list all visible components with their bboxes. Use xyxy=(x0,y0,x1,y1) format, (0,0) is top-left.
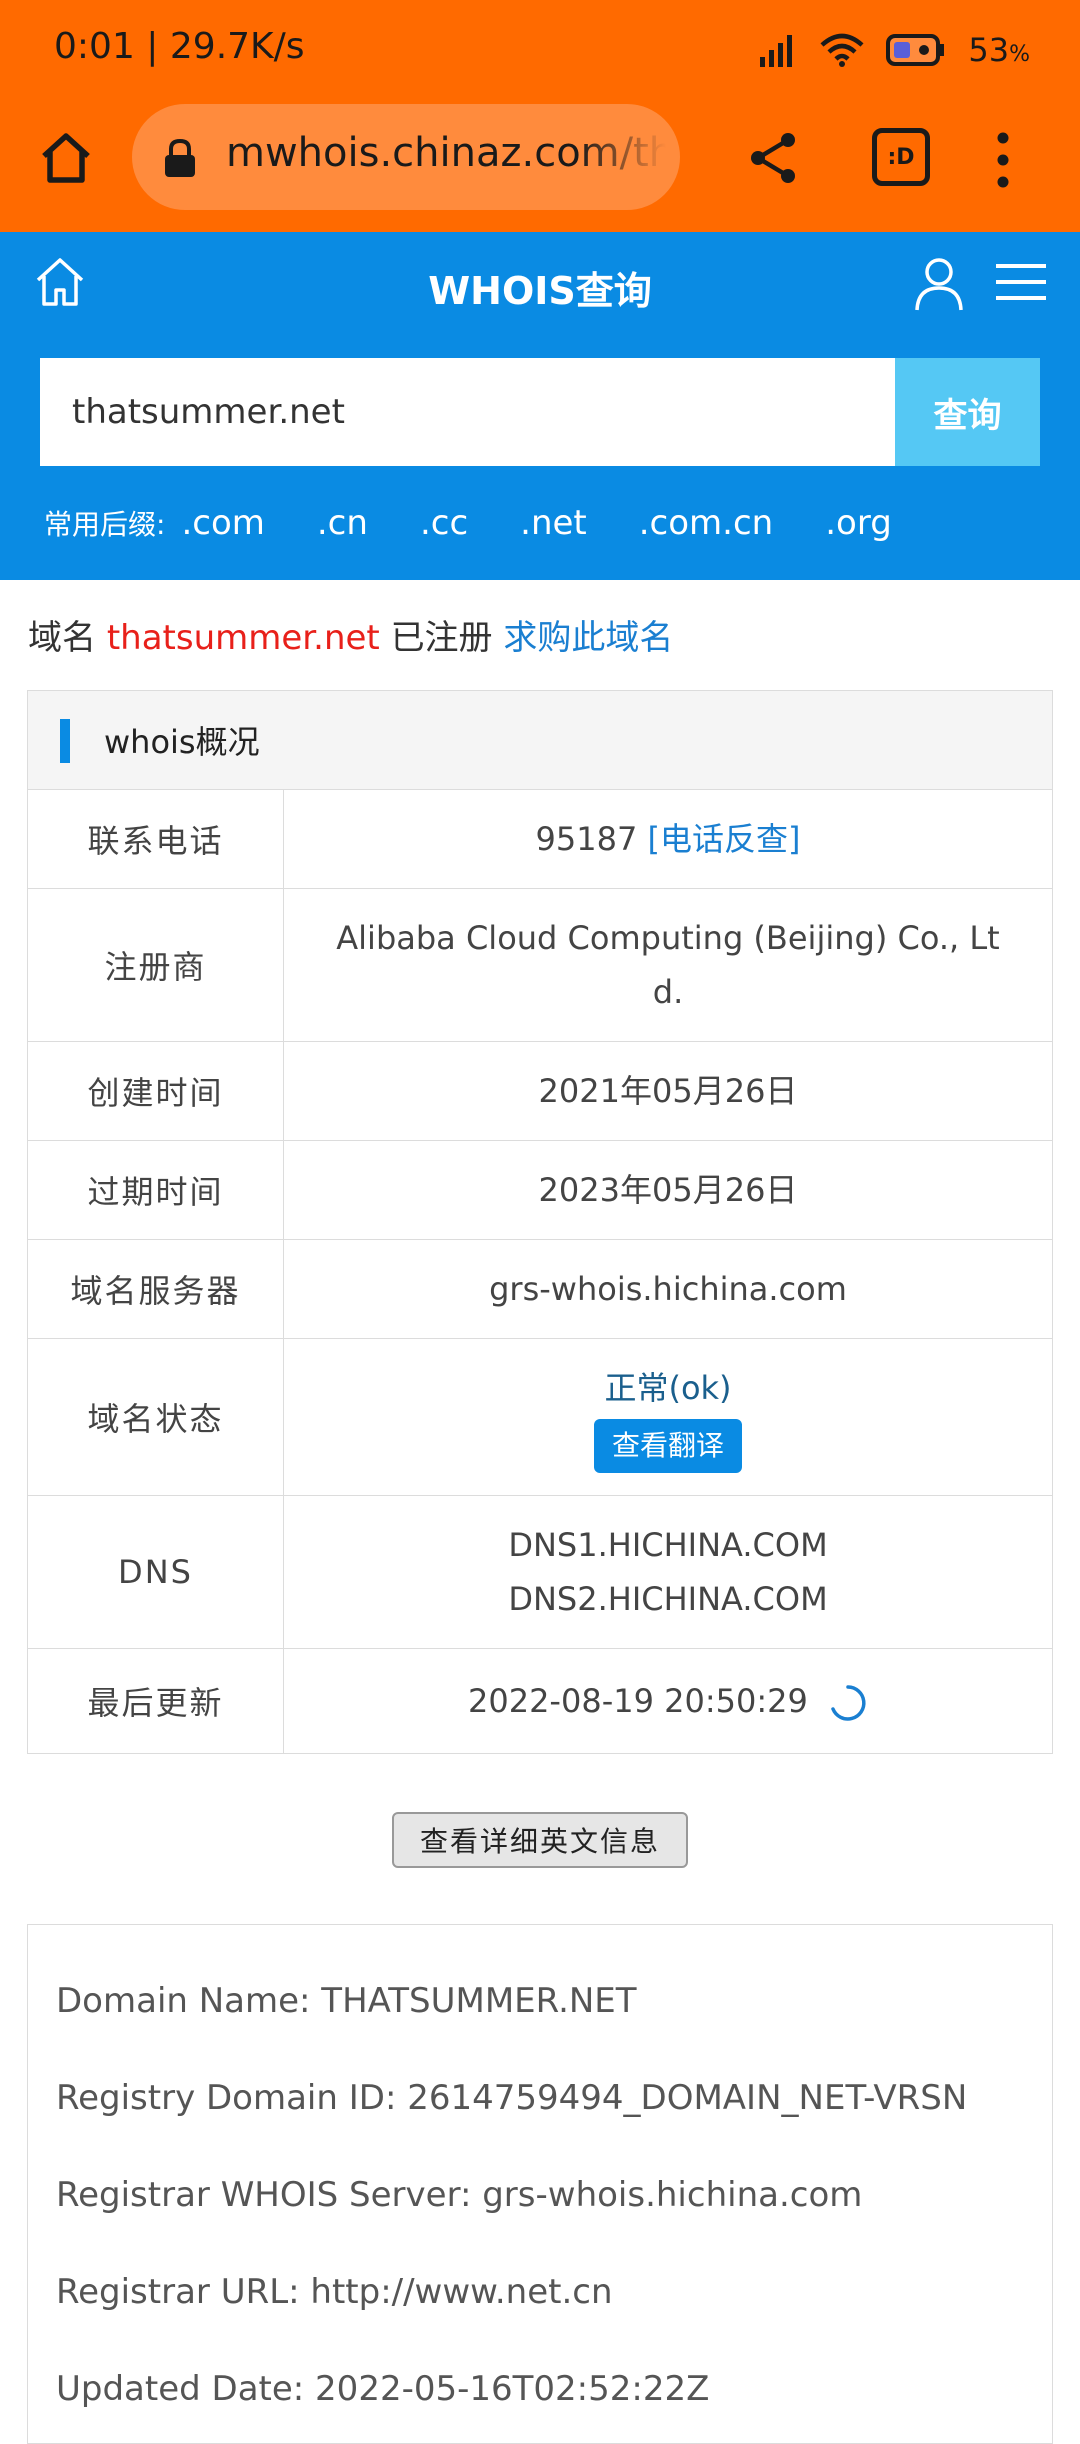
site-header: WHOIS查询 查询 常用后缀: .com .cn .cc .net .com.… xyxy=(0,232,1080,580)
status-speed: 29.7K/s xyxy=(169,26,305,67)
whois-summary-title: whois概况 xyxy=(104,723,260,761)
hamburger-icon[interactable] xyxy=(996,262,1046,302)
registrar-value-cont: d. xyxy=(652,973,684,1011)
domain-status-value: 正常(ok) xyxy=(604,1369,732,1407)
suffix-link[interactable]: .org xyxy=(825,503,892,543)
table-row: 域名状态 正常(ok) 查看翻译 xyxy=(28,1339,1052,1496)
suffix-link[interactable]: .com xyxy=(181,503,264,543)
url-text[interactable]: mwhois.chinaz.com/thatsummer.net xyxy=(226,130,666,176)
tabs-icon[interactable]: :D xyxy=(872,128,930,186)
row-value: 正常(ok) 查看翻译 xyxy=(284,1339,1052,1495)
reg-domain: thatsummer.net xyxy=(106,618,380,658)
lock-icon xyxy=(165,138,195,177)
battery-icon xyxy=(886,34,945,66)
row-value: 2022-08-19 20:50:29 xyxy=(284,1649,1052,1753)
raw-whois: Domain Name: THATSUMMER.NET Registry Dom… xyxy=(27,1924,1053,2444)
share-icon[interactable] xyxy=(746,128,802,188)
search-button[interactable]: 查询 xyxy=(895,358,1040,466)
dns-value: DNS2.HICHINA.COM xyxy=(508,1580,828,1618)
status-bar: 0:01 | 29.7K/s 53% xyxy=(0,0,1080,100)
row-label: 过期时间 xyxy=(28,1141,284,1239)
wifi-icon xyxy=(820,33,864,67)
dns-value: DNS1.HICHINA.COM xyxy=(508,1526,828,1564)
refresh-spinner-icon[interactable] xyxy=(828,1683,868,1723)
row-label: 域名服务器 xyxy=(28,1240,284,1338)
translate-button[interactable]: 查看翻译 xyxy=(593,1419,742,1473)
whois-summary: whois概况 联系电话 95187 [电话反查] 注册商 Alibaba Cl… xyxy=(27,690,1053,1754)
home-icon[interactable] xyxy=(36,128,96,188)
table-row: 联系电话 95187 [电话反查] xyxy=(28,790,1052,889)
raw-line: Registry Domain ID: 2614759494_DOMAIN_NE… xyxy=(56,2078,968,2118)
row-label: 域名状态 xyxy=(28,1339,284,1495)
whois-server-value: grs-whois.hichina.com xyxy=(489,1270,847,1308)
table-row: 域名服务器 grs-whois.hichina.com xyxy=(28,1240,1052,1339)
phone-value: 95187 xyxy=(535,820,638,858)
reg-status: 已注册 xyxy=(390,618,493,658)
row-label: 注册商 xyxy=(28,889,284,1041)
accent-bar xyxy=(60,719,70,763)
table-row: 注册商 Alibaba Cloud Computing (Beijing) Co… xyxy=(28,889,1052,1042)
raw-line: Domain Name: THATSUMMER.NET xyxy=(56,1981,637,2021)
battery-level: 53% xyxy=(968,31,1030,69)
suffix-row: 常用后缀: .com .cn .cc .net .com.cn .org xyxy=(44,498,1044,548)
buy-domain-link[interactable]: 求购此域名 xyxy=(503,618,673,658)
address-bar[interactable]: mwhois.chinaz.com/thatsummer.net xyxy=(132,104,680,210)
suffix-label: 常用后缀: xyxy=(44,508,166,541)
table-row: 最后更新 2022-08-19 20:50:29 xyxy=(28,1649,1052,1753)
suffix-link[interactable]: .com.cn xyxy=(639,503,773,543)
row-label: 联系电话 xyxy=(28,790,284,888)
row-label: DNS xyxy=(28,1496,284,1648)
row-value: Alibaba Cloud Computing (Beijing) Co., L… xyxy=(284,889,1052,1041)
row-label: 最后更新 xyxy=(28,1649,284,1753)
suffix-link[interactable]: .net xyxy=(520,503,587,543)
whois-summary-header: whois概况 xyxy=(28,691,1052,790)
last-updated-value: 2022-08-19 20:50:29 xyxy=(467,1682,808,1720)
table-row: 过期时间 2023年05月26日 xyxy=(28,1141,1052,1240)
suffix-link[interactable]: .cn xyxy=(317,503,368,543)
table-row: 创建时间 2021年05月26日 xyxy=(28,1042,1052,1141)
row-value: 95187 [电话反查] xyxy=(284,790,1052,888)
phone-lookup-link[interactable]: [电话反查] xyxy=(647,820,800,858)
raw-line: Updated Date: 2022-05-16T02:52:22Z xyxy=(56,2369,710,2409)
view-english-details-button[interactable]: 查看详细英文信息 xyxy=(392,1812,688,1868)
status-left: 0:01 | 29.7K/s xyxy=(54,26,305,67)
raw-line: Registrar WHOIS Server: grs-whois.hichin… xyxy=(56,2175,863,2215)
user-icon[interactable] xyxy=(914,256,964,312)
status-divider: | xyxy=(146,26,159,67)
reg-prefix: 域名 xyxy=(28,618,96,658)
more-vert-icon[interactable] xyxy=(988,128,1018,192)
suffix-link[interactable]: .cc xyxy=(420,503,468,543)
row-label: 创建时间 xyxy=(28,1042,284,1140)
status-right: 53% xyxy=(758,26,1030,74)
created-value: 2021年05月26日 xyxy=(538,1072,798,1110)
expiry-value: 2023年05月26日 xyxy=(538,1171,798,1209)
domain-search-input[interactable] xyxy=(40,358,895,466)
row-value: DNS1.HICHINA.COM DNS2.HICHINA.COM xyxy=(284,1496,1052,1648)
raw-line: Registrar URL: http://www.net.cn xyxy=(56,2272,613,2312)
registration-status: 域名 thatsummer.net 已注册 求购此域名 xyxy=(28,610,673,659)
signal-icon xyxy=(760,35,793,67)
status-time: 0:01 xyxy=(54,26,135,67)
registrar-value: Alibaba Cloud Computing (Beijing) Co., L… xyxy=(336,919,1000,957)
table-row: DNS DNS1.HICHINA.COM DNS2.HICHINA.COM xyxy=(28,1496,1052,1649)
browser-toolbar: mwhois.chinaz.com/thatsummer.net :D xyxy=(0,100,1080,232)
